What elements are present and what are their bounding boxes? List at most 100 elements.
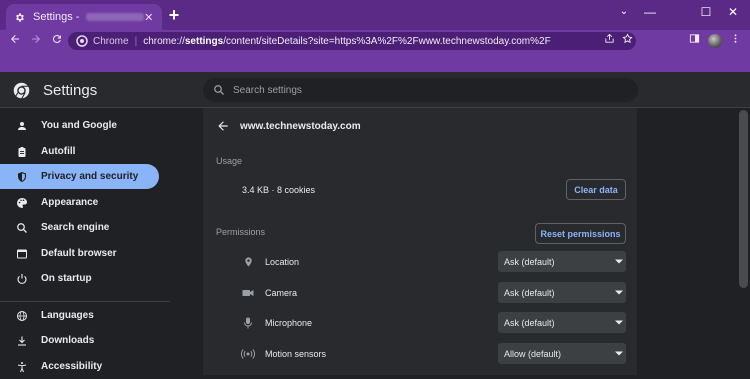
- person-icon: [16, 120, 28, 132]
- gear-icon: [14, 10, 25, 24]
- sidebar-item-appearance[interactable]: Appearance: [0, 190, 159, 215]
- page-title: Settings: [43, 82, 98, 99]
- palette-icon: [16, 197, 28, 209]
- close-icon[interactable]: ✕: [144, 10, 154, 24]
- browser-window: Settings - ✕ + ⌄ — ☐ ✕ Chrome | chrome:/…: [0, 0, 750, 375]
- site-details-card: www.technewstoday.com Usage 3.4 KB · 8 c…: [203, 108, 637, 375]
- close-window-button[interactable]: ✕: [725, 4, 741, 20]
- toolbar-band: [0, 52, 750, 72]
- search-icon: [214, 85, 224, 95]
- accessibility-icon: [16, 361, 28, 373]
- download-icon: [16, 335, 28, 347]
- reload-button[interactable]: [48, 32, 66, 50]
- sidebar-item-search-engine[interactable]: Search engine: [0, 215, 159, 240]
- globe-icon: [16, 310, 28, 322]
- sidebar-item-on-startup[interactable]: On startup: [0, 266, 159, 291]
- sidebar-item-you-and-google[interactable]: You and Google: [0, 113, 159, 138]
- search-icon: [16, 222, 28, 234]
- back-button[interactable]: [6, 32, 24, 50]
- scheme-label: Chrome: [93, 35, 129, 47]
- share-icon[interactable]: [602, 33, 616, 47]
- bookmark-star-icon[interactable]: [620, 33, 634, 47]
- motion-sensors-select[interactable]: Allow (default): [498, 343, 626, 364]
- tab-title-text: Settings -: [33, 11, 83, 23]
- permission-row-microphone: Microphone Ask (default): [203, 312, 637, 334]
- permission-label: Microphone: [265, 318, 313, 328]
- url-bold: settings: [184, 35, 224, 47]
- chevron-down-icon: [612, 343, 626, 364]
- clipboard-icon: [16, 146, 28, 158]
- location-pin-icon: [241, 255, 255, 269]
- search-bar[interactable]: [203, 78, 638, 102]
- sidebar-item-label: On startup: [41, 273, 92, 284]
- search-input[interactable]: [233, 84, 613, 96]
- sidebar-item-label: You and Google: [41, 120, 117, 131]
- side-panel-icon[interactable]: [685, 32, 703, 50]
- sidebar-item-default-browser[interactable]: Default browser: [0, 241, 159, 266]
- arrow-left-icon: [11, 35, 19, 43]
- camera-icon: [241, 286, 255, 300]
- arrow-right-icon: [32, 35, 40, 43]
- scrollbar-thumb[interactable]: [739, 110, 748, 288]
- url-text: chrome://settings/content/siteDetails?si…: [143, 36, 551, 47]
- sidebar-item-label: Search engine: [41, 222, 110, 233]
- menu-kebab-icon[interactable]: [726, 32, 744, 50]
- select-value: Ask (default): [504, 256, 555, 267]
- sidebar-divider: [0, 301, 170, 302]
- shield-icon: [16, 171, 28, 183]
- select-value: Ask (default): [504, 317, 555, 328]
- sidebar-item-autofill[interactable]: Autofill: [0, 139, 159, 164]
- sidebar-item-languages[interactable]: Languages: [0, 303, 159, 328]
- sidebar-item-privacy-and-security[interactable]: Privacy and security: [0, 164, 159, 189]
- location-select[interactable]: Ask (default): [498, 251, 626, 272]
- sidebar: You and Google Autofill Privacy and secu…: [0, 108, 170, 375]
- sidebar-item-label: Autofill: [41, 146, 76, 157]
- profile-avatar[interactable]: [708, 34, 722, 48]
- sidebar-item-accessibility[interactable]: Accessibility: [0, 354, 159, 379]
- permission-label: Location: [265, 257, 300, 267]
- permission-row-motion-sensors: Motion sensors Allow (default): [203, 343, 637, 365]
- address-bar[interactable]: Chrome | chrome://settings/content/siteD…: [68, 32, 636, 50]
- clear-data-button[interactable]: Clear data: [566, 179, 626, 200]
- sidebar-item-label: Languages: [41, 310, 94, 321]
- permission-label: Motion sensors: [265, 349, 327, 359]
- sidebar-item-label: Appearance: [41, 197, 99, 208]
- reset-permissions-button[interactable]: Reset permissions: [535, 223, 626, 244]
- maximize-button[interactable]: ☐: [698, 4, 714, 20]
- permissions-heading: Permissions: [216, 227, 266, 237]
- sidebar-item-label: Downloads: [41, 335, 95, 346]
- sidebar-item-label: Privacy and security: [41, 171, 139, 182]
- tab-settings[interactable]: Settings - ✕: [6, 4, 162, 30]
- permission-label: Camera: [265, 288, 298, 298]
- chevron-down-icon: [612, 282, 626, 303]
- microphone-icon: [241, 316, 255, 330]
- settings-header: Settings: [0, 72, 750, 108]
- sidebar-item-label: Default browser: [41, 248, 117, 259]
- motion-sensor-icon: [241, 347, 255, 361]
- reload-icon: [52, 35, 61, 44]
- power-icon: [16, 273, 28, 285]
- usage-summary: 3.4 KB · 8 cookies: [242, 185, 316, 195]
- sidebar-item-label: Accessibility: [41, 361, 103, 372]
- chrome-logo-icon: [13, 82, 30, 99]
- site-title: www.technewstoday.com: [240, 121, 361, 132]
- microphone-select[interactable]: Ask (default): [498, 312, 626, 333]
- chevron-down-icon: [612, 251, 626, 272]
- new-tab-button[interactable]: +: [166, 6, 182, 24]
- toolbar: Chrome | chrome://settings/content/siteD…: [0, 30, 750, 52]
- select-value: Allow (default): [504, 348, 562, 359]
- chrome-icon: [76, 35, 88, 47]
- back-arrow-icon[interactable]: [216, 119, 230, 133]
- browser-icon: [16, 248, 28, 260]
- minimize-button[interactable]: —: [642, 4, 658, 20]
- usage-heading: Usage: [216, 156, 243, 166]
- camera-select[interactable]: Ask (default): [498, 282, 626, 303]
- chevron-down-icon: [612, 312, 626, 333]
- sidebar-item-downloads[interactable]: Downloads: [0, 328, 159, 353]
- permission-row-location: Location Ask (default): [203, 251, 637, 273]
- url-separator: |: [134, 35, 138, 47]
- forward-button[interactable]: [27, 32, 45, 50]
- url-prefix: chrome://: [143, 35, 185, 47]
- select-value: Ask (default): [504, 287, 555, 298]
- tab-search-icon[interactable]: ⌄: [616, 4, 632, 20]
